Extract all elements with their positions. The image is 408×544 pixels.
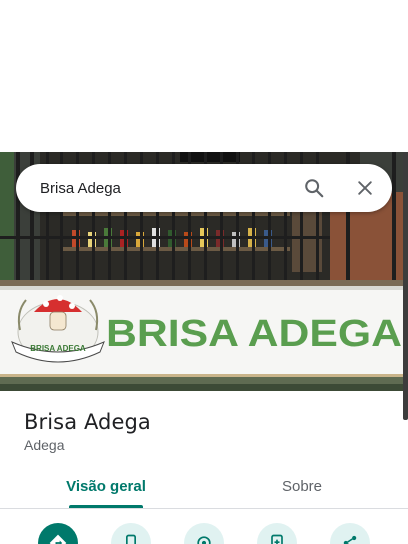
search-icon (305, 179, 324, 198)
place-category: Adega (24, 437, 65, 453)
save-icon (271, 534, 283, 544)
tab-about[interactable]: Sobre (232, 465, 372, 508)
banner-sign-text: BRISA ADEGA (106, 313, 402, 355)
place-title: Brisa Adega (24, 410, 151, 434)
directions-button[interactable] (38, 523, 78, 544)
scrollbar[interactable] (403, 152, 408, 420)
tabs-divider (0, 508, 408, 509)
share-button[interactable] (330, 523, 370, 544)
search-bar (16, 164, 392, 212)
nearby-button[interactable] (184, 523, 224, 544)
save-button[interactable] (257, 523, 297, 544)
search-input[interactable] (40, 173, 290, 203)
top-blank-area (0, 0, 408, 152)
close-icon (358, 181, 372, 195)
place-tabs: Visão geral Sobre (0, 465, 408, 508)
call-button[interactable] (111, 523, 151, 544)
share-icon (343, 535, 357, 544)
tab-overview[interactable]: Visão geral (36, 465, 176, 508)
banner-logo-text: BRISA ADEGA (30, 344, 86, 353)
directions-icon (49, 534, 67, 544)
clear-search-button[interactable] (351, 174, 379, 202)
location-icon (197, 536, 211, 544)
phone-icon (126, 534, 136, 544)
search-button[interactable] (300, 174, 328, 202)
